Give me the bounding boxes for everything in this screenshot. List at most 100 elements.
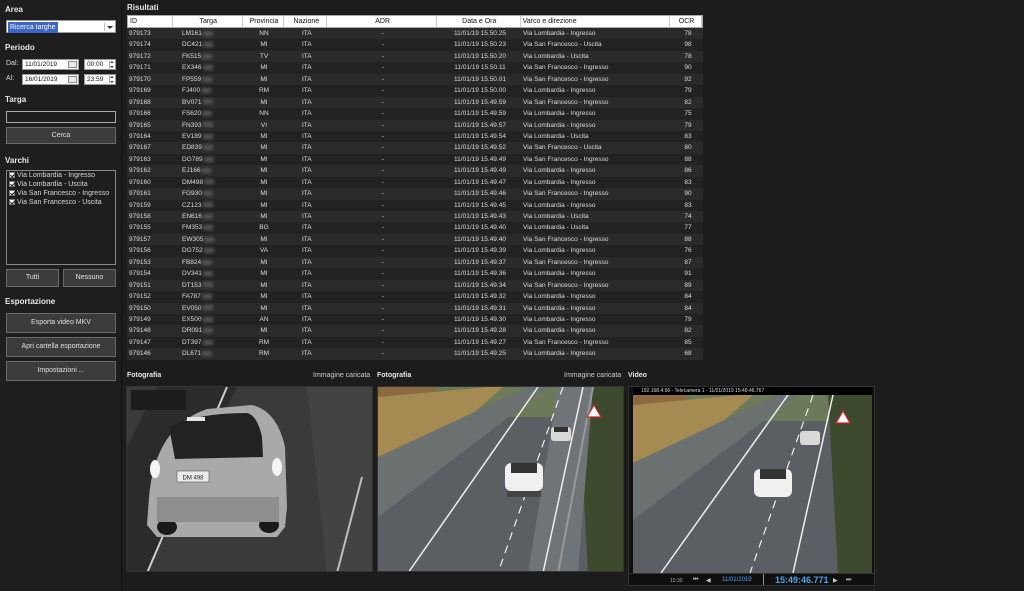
cell-varco: Via Lombardia - Uscita	[523, 52, 589, 60]
table-row[interactable]: 979154 DV341 MI ITA - 11/01/19 15.49.36 Via Lo…	[127, 268, 703, 280]
redacted-plate-blur	[204, 236, 215, 242]
skip-forward-icon[interactable]: ⏭	[846, 577, 851, 584]
export-mkv-button[interactable]: Esporta video MKV	[6, 313, 116, 333]
table-row[interactable]: 979174 DC421 MI ITA - 11/01/19 15.50.23 Via Sa…	[127, 39, 703, 51]
table-row[interactable]: 979163 DG789 MI ITA - 11/01/19 15.49.49 Via Sa…	[127, 153, 703, 166]
table-row[interactable]: 979159 CZ123 MI ITA - 11/01/19 15.49.45 Via Lo…	[127, 199, 703, 211]
cell-targa: DV341	[172, 268, 242, 279]
spinner-icon[interactable]	[109, 61, 114, 68]
table-row[interactable]: 979155 FM353 BG ITA - 11/01/19 15.49.40 Via Lo…	[127, 222, 703, 234]
foto1-image[interactable]: DM 498	[126, 386, 373, 572]
cerca-button[interactable]: Cerca	[6, 127, 116, 144]
table-row[interactable]: 979167 ED839 MI ITA - 11/01/19 15.49.52 Via Sa…	[127, 142, 703, 154]
table-row[interactable]: 979170 FP559 MI ITA - 11/01/19 15.50.01 Via Sa…	[127, 73, 703, 86]
cell-adr: -	[381, 155, 385, 163]
table-row[interactable]: 979157 EW305 MI ITA - 11/01/19 15.49.40 Via Sa…	[127, 233, 703, 246]
foto2-image[interactable]	[377, 386, 624, 572]
table-row[interactable]: 979162 EJ166 MI ITA - 11/01/19 15.49.49 Via Lo…	[127, 165, 703, 177]
table-row[interactable]: 979158 EN616 MI ITA - 11/01/19 15.49.43 Via Lo…	[127, 211, 703, 223]
table-row[interactable]: 979153 FB824 MI ITA - 11/01/19 15.49.37 Via Sa…	[127, 256, 703, 269]
redacted-plate-blur	[203, 179, 214, 185]
dal-time-field[interactable]: 00:00	[84, 59, 116, 70]
table-row[interactable]: 979169 FJ400 RM ITA - 11/01/19 15.50.00 Via Lo…	[127, 85, 703, 97]
table-row[interactable]: 979152 FA787 MI ITA - 11/01/19 15.49.32 Via Lo…	[127, 291, 703, 303]
table-row[interactable]: 979156 DG752 VA ITA - 11/01/19 15.49.39 Via Lo…	[127, 245, 703, 257]
checkbox-checked-icon[interactable]	[9, 172, 15, 178]
skip-back-icon[interactable]: ⏮	[693, 577, 698, 584]
table-row[interactable]: 979147 DT397 RM ITA - 11/01/19 15.49.27 Via Sa…	[127, 336, 703, 349]
checkbox-checked-icon[interactable]	[9, 181, 15, 187]
varco-item[interactable]: Via San Francesco - Uscita	[9, 199, 102, 206]
cell-nazione: ITA	[302, 64, 312, 72]
calendar-icon[interactable]	[68, 76, 77, 83]
column-header-adr[interactable]: ADR	[327, 16, 437, 27]
cell-ocr: 88	[684, 155, 692, 163]
cell-nazione: ITA	[302, 327, 312, 335]
checkbox-checked-icon[interactable]	[9, 199, 15, 205]
step-back-icon[interactable]: ◀	[706, 577, 711, 584]
play-icon[interactable]: ▶	[833, 577, 838, 584]
table-row[interactable]: 979160 DM498 MI ITA - 11/01/19 15.49.47 Via Lo…	[127, 176, 703, 189]
open-export-folder-button[interactable]: Apri cartella esportazione	[6, 337, 116, 357]
tutti-button[interactable]: Tutti	[6, 269, 59, 287]
dal-time-value: 00:00	[87, 61, 104, 68]
varco-item[interactable]: Via Lombardia - Uscita	[9, 181, 88, 188]
table-row[interactable]: 979150 EV050 MI ITA - 11/01/19 15.49.31 Via Lo…	[127, 302, 703, 314]
calendar-icon[interactable]	[68, 61, 77, 68]
cell-ocr: 88	[684, 235, 692, 243]
column-header-data-ora[interactable]: Data e Ora	[437, 16, 521, 27]
column-header-varco[interactable]: Varco e direzione	[521, 16, 671, 27]
redacted-plate-blur	[202, 316, 213, 322]
table-row[interactable]: 979168 BV071 MI ITA - 11/01/19 15.49.59 Via Sa…	[127, 96, 703, 109]
table-row[interactable]: 979151 DT153 MI ITA - 11/01/19 15.49.34 Via Sa…	[127, 279, 703, 292]
redacted-plate-blur	[202, 213, 213, 219]
video-frame	[633, 395, 872, 573]
cell-provincia: VI	[260, 121, 268, 129]
nessuno-button[interactable]: Nessuno	[63, 269, 116, 287]
column-header-provincia[interactable]: Provincia	[243, 16, 285, 27]
al-time-field[interactable]: 23:59	[84, 74, 116, 85]
table-row[interactable]: 979171 EX346 MI ITA - 11/01/19 15.50.11 Via Sa…	[127, 62, 703, 74]
column-header-nazione[interactable]: Nazione	[284, 16, 328, 27]
cell-data-ora: 11/01/19 15.49.25	[454, 350, 506, 358]
table-row[interactable]: 979148 DR091 MI ITA - 11/01/19 15.49.28 Via Lo…	[127, 325, 703, 337]
table-row[interactable]: 979166 FS620 NN ITA - 11/01/19 15.49.59 Via Lo…	[127, 108, 703, 120]
cell-adr: -	[381, 235, 385, 243]
cell-provincia: RM	[258, 350, 270, 358]
redacted-plate-blur	[202, 65, 213, 71]
chevron-down-icon[interactable]	[104, 23, 113, 31]
filter-panel: Area Ricerca targhe Periodo Dal: 11/01/2…	[0, 0, 122, 591]
table-row[interactable]: 979172 FK515 TV ITA - 11/01/19 15.50.20 Via Lo…	[127, 50, 703, 63]
cell-adr: -	[381, 293, 385, 301]
area-select[interactable]: Ricerca targhe	[6, 20, 116, 33]
varco-item[interactable]: Via San Francesco - Ingresso	[9, 190, 109, 197]
table-row[interactable]: 979173 LM161 NN ITA - 11/01/19 15.50.25 Via Lo…	[127, 28, 703, 40]
cell-targa: DM498	[172, 177, 242, 188]
varco-item[interactable]: Via Lombardia - Ingresso	[9, 172, 95, 179]
checkbox-checked-icon[interactable]	[9, 190, 15, 196]
timeline-cursor[interactable]	[763, 574, 764, 585]
dal-date-field[interactable]: 11/01/2019	[22, 59, 79, 70]
cell-data-ora: 11/01/19 15.49.30	[454, 315, 506, 323]
cell-nazione: ITA	[302, 270, 312, 278]
video-player[interactable]: 192.168.4.66 - Telecamera 1 - 11/01/2019…	[628, 386, 875, 586]
varchi-title: Varchi	[5, 156, 30, 165]
cell-id: 979168	[129, 98, 151, 106]
table-row[interactable]: 979149 EX500 AN ITA - 11/01/19 15.49.30 Via Lo…	[127, 313, 703, 326]
cell-varco: Via San Francesco - Ingresso	[523, 190, 609, 198]
column-header-targa[interactable]: Targa	[173, 16, 243, 27]
targa-input[interactable]	[6, 111, 116, 123]
table-row[interactable]: 979146 DL671 RM ITA - 11/01/19 15.49.25 Via Lo…	[127, 348, 703, 360]
cell-ocr: 80	[684, 144, 692, 152]
al-date-field[interactable]: 16/01/2019	[22, 74, 79, 85]
table-row[interactable]: 979165 FN393 VI ITA - 11/01/19 15.49.57 Via Lo…	[127, 119, 703, 131]
cell-provincia: BG	[259, 224, 269, 232]
column-header-ocr[interactable]: OCR	[670, 16, 702, 27]
column-header-id[interactable]: ID	[128, 16, 173, 27]
spinner-icon[interactable]	[109, 76, 114, 83]
cell-adr: -	[381, 41, 385, 49]
table-row[interactable]: 979164 EV189 MI ITA - 11/01/19 15.49.54 Via Lo…	[127, 130, 703, 143]
settings-button[interactable]: Impostazioni ...	[6, 361, 116, 381]
table-row[interactable]: 979161 FG930 MI ITA - 11/01/19 15.49.46 Via Sa…	[127, 188, 703, 200]
cell-ocr: 68	[684, 350, 692, 358]
